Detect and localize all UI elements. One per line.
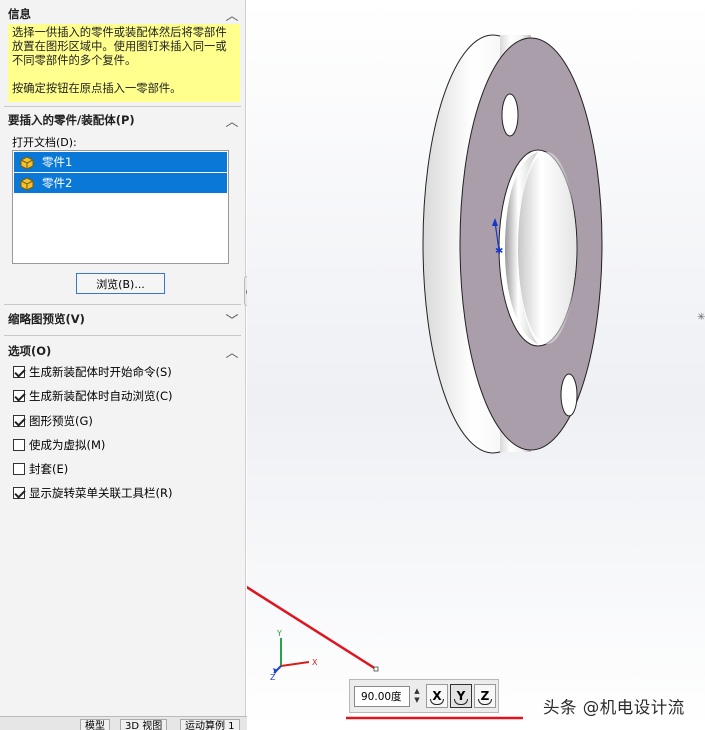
insert-section-header[interactable]: 要插入的零件/装配体(P) ︿ — [8, 110, 239, 130]
browse-button[interactable]: 浏览(B)... — [76, 273, 165, 294]
property-manager-panel: 信息 ︿ 选择一供插入的零件或装配体然后将零部件放置在图形区域中。使用图钉来插入… — [0, 0, 246, 730]
option-envelope[interactable]: 封套(E) — [13, 461, 68, 477]
bottom-tab-bar: 模型 3D 视图 运动算例 1 — [0, 716, 260, 730]
svg-text:Z: Z — [270, 673, 276, 682]
divider — [4, 106, 241, 107]
rotate-y-button[interactable]: Y — [450, 684, 472, 708]
checkbox[interactable] — [13, 463, 25, 475]
option-label: 显示旋转菜单关联工具栏(R) — [29, 486, 173, 500]
preview-section-header[interactable]: 缩略图预览(V) ﹀ — [8, 309, 239, 329]
option-graphics-preview[interactable]: 图形预览(G) — [13, 413, 93, 429]
rotate-z-button[interactable]: Z — [474, 684, 496, 708]
open-documents-list[interactable]: 零件1 零件2 — [12, 150, 229, 264]
tab-motion-study[interactable]: 运动算例 1 — [180, 719, 240, 730]
checkbox[interactable] — [13, 415, 25, 427]
preview-header-label: 缩略图预览(V) — [8, 312, 85, 326]
checkbox[interactable] — [13, 487, 25, 499]
insert-header-label: 要插入的零件/装配体(P) — [8, 113, 135, 127]
rotate-angle-input[interactable] — [354, 685, 410, 707]
list-item-part1[interactable]: 零件1 — [14, 152, 227, 172]
annotation-pointer-line — [247, 585, 377, 671]
option-label: 图形预览(G) — [29, 414, 93, 428]
flange-ring — [422, 34, 603, 454]
watermark-text: 头条 @机电设计流 — [543, 698, 685, 717]
option-make-virtual[interactable]: 使成为虚拟(M) — [13, 437, 105, 453]
open-docs-label: 打开文档(D): — [12, 136, 77, 149]
info-header-label: 信息 — [8, 7, 31, 21]
list-item-part2[interactable]: 零件2 — [14, 173, 227, 193]
rotate-context-toolbar: ▲▼ X Y Z — [349, 679, 499, 713]
svg-text:Y: Y — [276, 629, 282, 638]
svg-text:X: X — [312, 658, 318, 667]
rotate-x-button[interactable]: X — [426, 684, 448, 708]
info-message-box: 选择一供插入的零件或装配体然后将零部件放置在图形区域中。使用图钉来插入同一或不同… — [8, 24, 240, 102]
option-auto-browse[interactable]: 生成新装配体时自动浏览(C) — [13, 388, 173, 404]
chevron-down-icon[interactable]: ﹀ — [225, 310, 239, 329]
option-label: 封套(E) — [29, 462, 69, 476]
part-preview: ✱ Y X Z — [247, 34, 603, 720]
tab-model[interactable]: 模型 — [80, 719, 110, 730]
option-label: 使成为虚拟(M) — [29, 438, 106, 452]
doc-name: 零件1 — [42, 155, 73, 169]
part-icon — [20, 156, 34, 170]
graphics-origin-icon: ✳ — [697, 312, 705, 323]
checkbox[interactable] — [13, 390, 25, 402]
axis-triad-icon: Y X Z — [270, 629, 318, 682]
info-text-1: 选择一供插入的零件或装配体然后将零部件放置在图形区域中。使用图钉来插入同一或不同… — [12, 26, 227, 67]
chevron-up-icon[interactable]: ︿ — [225, 342, 239, 361]
options-section-header[interactable]: 选项(O) ︿ — [8, 341, 239, 361]
option-label: 生成新装配体时自动浏览(C) — [29, 389, 173, 403]
doc-name: 零件2 — [42, 176, 73, 190]
option-label: 生成新装配体时开始命令(S) — [29, 365, 172, 379]
options-header-label: 选项(O) — [8, 344, 52, 358]
tab-3d-view[interactable]: 3D 视图 — [120, 719, 168, 730]
chevron-up-icon[interactable]: ︿ — [225, 5, 239, 24]
divider — [4, 335, 241, 336]
chevron-up-icon[interactable]: ︿ — [225, 111, 239, 130]
option-start-command[interactable]: 生成新装配体时开始命令(S) — [13, 364, 172, 380]
checkbox[interactable] — [13, 439, 25, 451]
svg-text:✱: ✱ — [495, 246, 503, 257]
checkbox[interactable] — [13, 366, 25, 378]
info-section-header[interactable]: 信息 ︿ — [8, 4, 239, 24]
angle-spinner[interactable]: ▲ ▼ — [412, 687, 422, 705]
part-icon — [20, 177, 34, 191]
option-show-rotate-toolbar[interactable]: 显示旋转菜单关联工具栏(R) — [13, 485, 172, 501]
info-text-2: 按确定按钮在原点插入一零部件。 — [12, 82, 182, 95]
divider — [4, 304, 241, 305]
